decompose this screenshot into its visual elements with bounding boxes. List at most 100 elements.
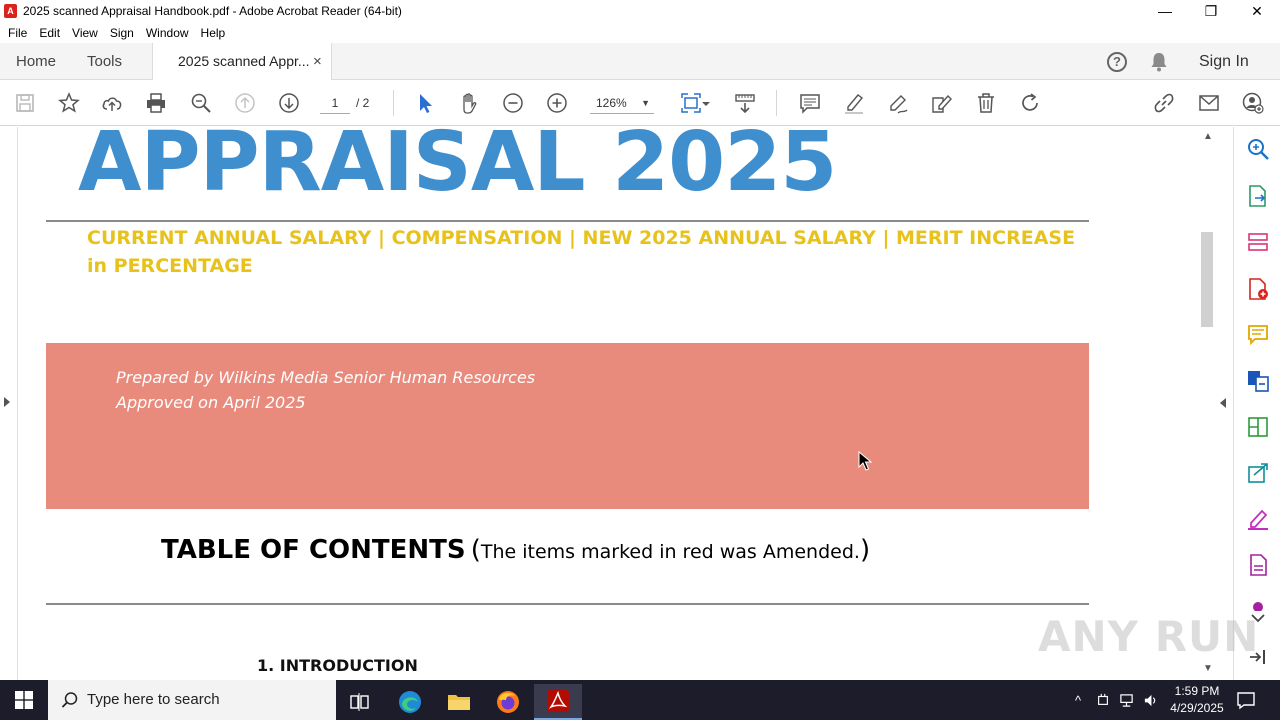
share-link-icon[interactable] <box>1152 92 1176 114</box>
comment-panel-icon[interactable] <box>1246 323 1270 347</box>
zoom-search-icon[interactable] <box>189 92 213 114</box>
sign-in-button[interactable]: Sign In <box>1199 43 1249 80</box>
select-cursor-icon[interactable] <box>413 92 437 114</box>
taskbar: Type here to search ^ 1:59 PM 4/29/2025 <box>0 680 1280 720</box>
minimize-button[interactable]: — <box>1142 0 1188 22</box>
page-total: / 2 <box>356 96 370 110</box>
mouse-cursor-icon <box>858 450 873 471</box>
tab-home[interactable]: Home <box>16 43 56 80</box>
acrobat-reader-taskbar-icon[interactable] <box>534 684 582 720</box>
draw-pencil-icon[interactable] <box>886 92 910 114</box>
menu-view[interactable]: View <box>72 26 98 40</box>
tab-document[interactable]: 2025 scanned Appr... × <box>152 43 332 81</box>
fill-sign-icon[interactable] <box>930 92 954 114</box>
zoom-level-select[interactable]: 126% ▼ <box>590 92 654 114</box>
system-clock[interactable]: 1:59 PM 4/29/2025 <box>1162 683 1232 717</box>
zoom-in-icon[interactable] <box>545 92 569 114</box>
send-for-review-icon[interactable] <box>1246 461 1270 485</box>
acrobat-app-icon: A <box>4 4 17 18</box>
title-bar: A 2025 scanned Appraisal Handbook.pdf - … <box>0 0 1280 22</box>
scroll-mode-icon[interactable] <box>733 92 757 114</box>
firefox-icon[interactable] <box>484 684 532 720</box>
window-controls: — ❐ ✕ <box>1142 0 1280 22</box>
clock-date: 4/29/2025 <box>1170 701 1224 715</box>
tab-tools[interactable]: Tools <box>87 43 122 80</box>
scroll-up-icon[interactable]: ▲ <box>1203 131 1213 142</box>
more-tools-icon[interactable] <box>1246 593 1270 612</box>
tab-bar: Home Tools 2025 scanned Appr... × ? Sign… <box>0 43 1280 81</box>
menu-help[interactable]: Help <box>201 26 226 40</box>
hand-tool-icon[interactable] <box>457 92 481 114</box>
fit-dropdown-icon[interactable] <box>700 92 712 114</box>
save-icon[interactable] <box>13 92 37 114</box>
scroll-thumb[interactable] <box>1201 232 1213 327</box>
network-icon[interactable] <box>1116 680 1136 720</box>
close-tab-button[interactable]: × <box>313 43 322 80</box>
menu-window[interactable]: Window <box>146 26 189 40</box>
toc-paren-open: ( <box>470 535 481 565</box>
compress-pdf-icon[interactable] <box>1246 415 1270 439</box>
divider-line <box>46 220 1089 222</box>
help-icon[interactable]: ? <box>1107 52 1127 72</box>
volume-icon[interactable] <box>1140 680 1160 720</box>
previous-page-icon[interactable] <box>233 92 257 114</box>
usb-device-icon[interactable] <box>1093 680 1113 720</box>
toc-item: 1. INTRODUCTION <box>257 656 418 675</box>
rotate-icon[interactable] <box>1018 92 1042 114</box>
tray-chevron-icon[interactable]: ^ <box>1068 680 1088 720</box>
document-viewer[interactable]: APPRAISAL 2025 CURRENT ANNUAL SALARY | C… <box>0 127 1233 680</box>
edit-pdf-icon[interactable] <box>1246 553 1270 577</box>
print-icon[interactable] <box>144 92 168 114</box>
menu-file[interactable]: File <box>8 26 27 40</box>
bell-icon[interactable] <box>1150 52 1168 72</box>
file-explorer-icon[interactable] <box>435 684 483 720</box>
toolbar-divider <box>393 90 394 116</box>
left-panel-divider <box>17 127 18 680</box>
bookmark-star-icon[interactable] <box>57 92 81 114</box>
toolbar-divider <box>776 90 777 116</box>
watermark: ANY RUN <box>1038 612 1260 661</box>
zoom-out-icon[interactable] <box>501 92 525 114</box>
toolbar: 1 / 2 126% ▼ <box>0 80 1280 126</box>
comment-icon[interactable] <box>798 92 822 114</box>
edge-browser-icon[interactable] <box>386 684 434 720</box>
delete-trash-icon[interactable] <box>974 92 998 114</box>
combine-files-icon[interactable] <box>1246 369 1270 393</box>
organize-pages-icon[interactable] <box>1246 230 1270 254</box>
email-icon[interactable] <box>1197 92 1221 114</box>
document-subtitle: CURRENT ANNUAL SALARY | COMPENSATION | N… <box>87 227 1076 277</box>
right-panel-toggle-icon[interactable] <box>1220 398 1226 408</box>
highlight-pen-icon[interactable] <box>842 92 866 114</box>
clock-time: 1:59 PM <box>1174 684 1220 698</box>
upload-icon[interactable] <box>100 92 124 114</box>
add-user-icon[interactable] <box>1241 92 1265 114</box>
toc-title: TABLE OF CONTENTS <box>161 535 466 565</box>
vertical-scrollbar[interactable]: ▲ ▼ <box>1199 127 1215 680</box>
approved-text: Approved on April 2025 <box>116 393 306 412</box>
toc-paren-close: ) <box>859 535 871 565</box>
menu-sign[interactable]: Sign <box>110 26 134 40</box>
maximize-button[interactable]: ❐ <box>1188 0 1234 22</box>
search-icon <box>61 691 79 709</box>
window-title: 2025 scanned Appraisal Handbook.pdf - Ad… <box>23 4 402 18</box>
start-button[interactable] <box>0 680 48 720</box>
document-tab-label: 2025 scanned Appr... <box>178 53 310 69</box>
left-panel-toggle-icon[interactable] <box>4 397 10 407</box>
notification-center-icon[interactable] <box>1236 690 1256 710</box>
scroll-down-icon[interactable]: ▼ <box>1203 663 1213 674</box>
page-number-input[interactable]: 1 <box>320 92 350 114</box>
fill-and-sign-icon[interactable] <box>1246 507 1270 531</box>
next-page-icon[interactable] <box>277 92 301 114</box>
create-pdf-icon[interactable] <box>1246 277 1270 301</box>
menu-bar: File Edit View Sign Window Help <box>0 22 1280 43</box>
document-title: APPRAISAL 2025 <box>78 127 837 210</box>
search-icon[interactable] <box>1246 137 1270 161</box>
toc-heading: TABLE OF CONTENTS (The items marked in r… <box>161 535 870 565</box>
menu-edit[interactable]: Edit <box>39 26 60 40</box>
chevron-down-icon: ▼ <box>641 98 650 108</box>
taskbar-search-input[interactable]: Type here to search <box>48 680 336 720</box>
divider-line <box>46 603 1089 605</box>
export-pdf-icon[interactable] <box>1246 184 1270 208</box>
close-window-button[interactable]: ✕ <box>1234 0 1280 22</box>
task-view-icon[interactable] <box>336 684 384 720</box>
